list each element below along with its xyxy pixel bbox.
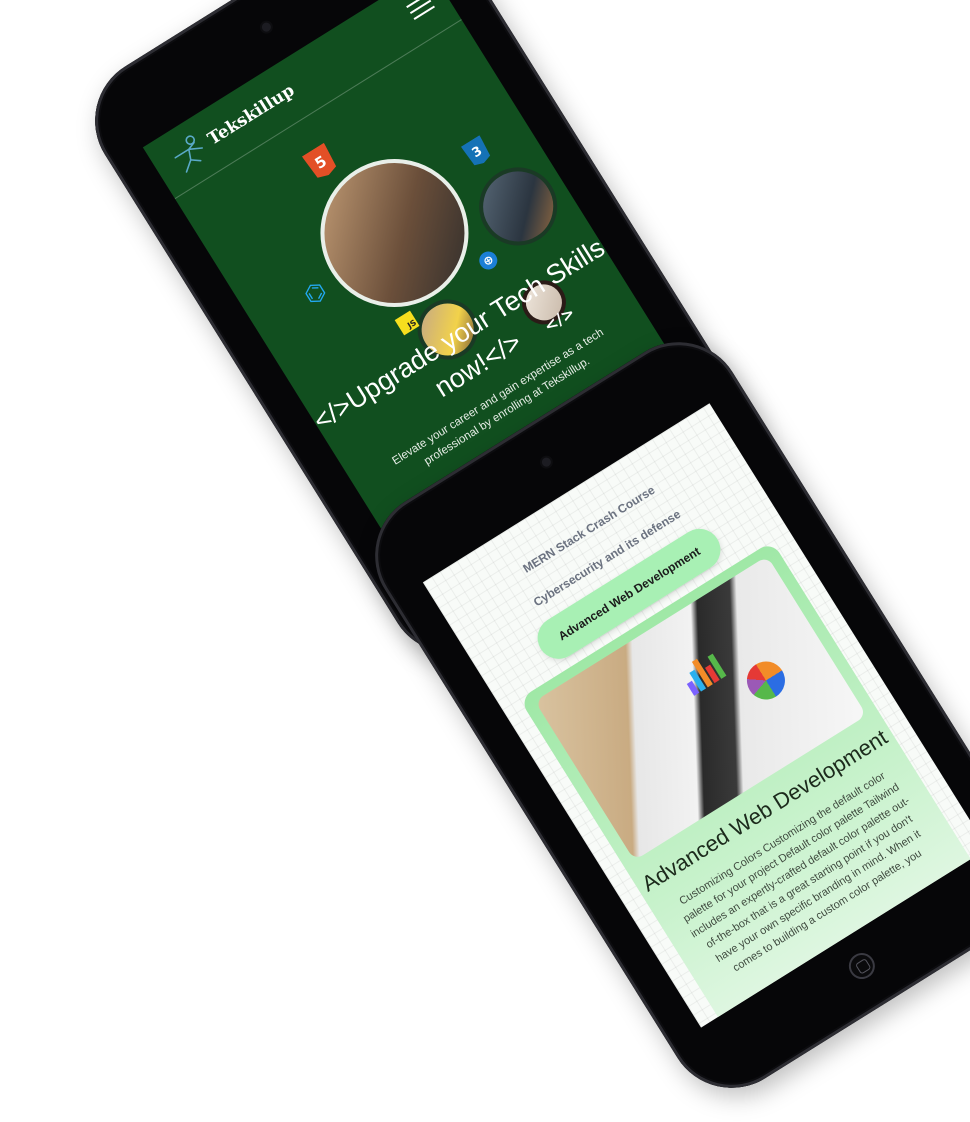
camera-dot xyxy=(540,455,553,469)
css3-icon: 3 xyxy=(461,135,493,169)
hero-photo-laptop xyxy=(464,152,572,261)
globe-icon: ⊕ xyxy=(475,248,501,273)
hamburger-menu-icon[interactable] xyxy=(405,0,436,22)
vscode-icon: ⌬ xyxy=(298,275,332,311)
camera-dot xyxy=(260,20,273,34)
tablet-screen-right: MERN Stack Crash Course Cybersecurity an… xyxy=(422,403,970,1028)
html5-icon: 5 xyxy=(302,143,340,182)
home-button[interactable] xyxy=(843,948,880,984)
bar-graphic xyxy=(673,641,728,696)
pie-graphic xyxy=(739,654,793,707)
javascript-icon: JS xyxy=(394,310,420,336)
